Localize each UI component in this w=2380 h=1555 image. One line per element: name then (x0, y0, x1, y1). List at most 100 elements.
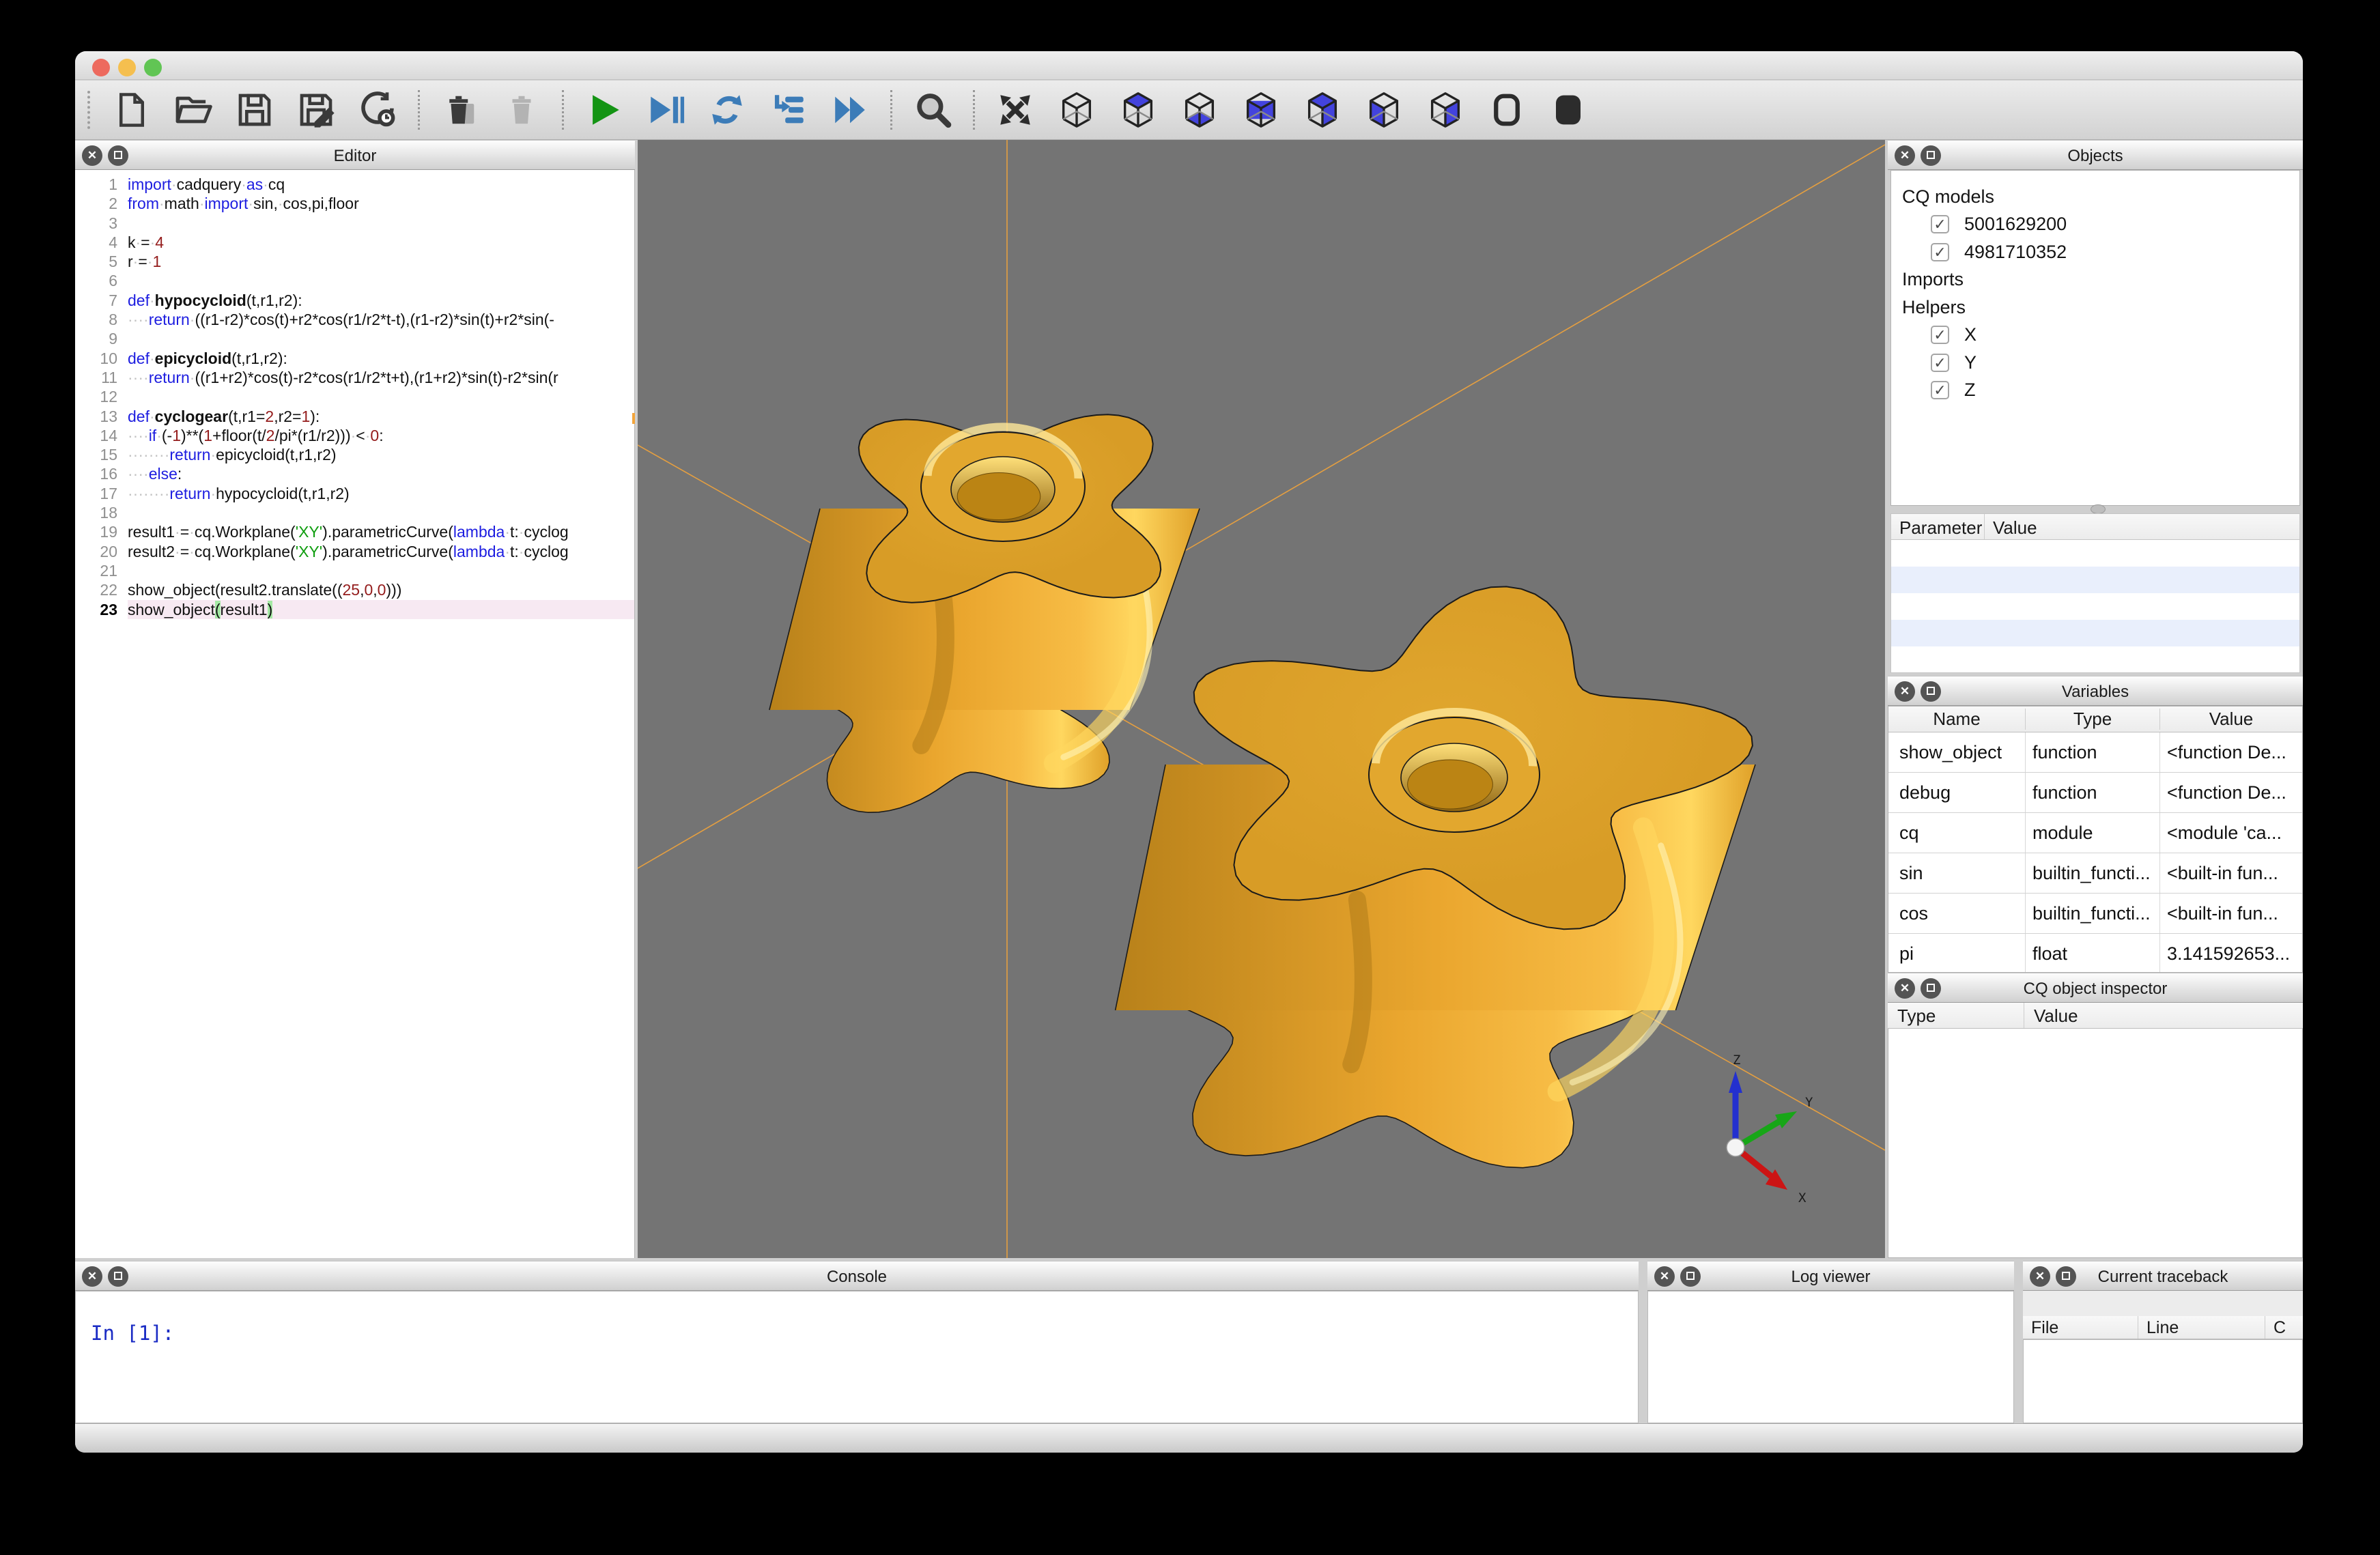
code-line-5[interactable]: 5r·=·1 (75, 252, 634, 271)
objects-tree[interactable]: CQ models✓5001629200✓4981710352ImportsHe… (1890, 170, 2300, 506)
code-line-7[interactable]: 7def·hypocycloid(t,r1,r2): (75, 291, 634, 310)
code-line-2[interactable]: 2from·math·import·sin,·cos,pi,floor (75, 194, 634, 213)
render-button[interactable] (582, 86, 627, 134)
close-window-button[interactable] (92, 59, 110, 76)
code-line-23[interactable]: 23show_object(result1) (75, 600, 634, 619)
code-line-8[interactable]: 8····return·((r1-r2)*cos(t)+r2*cos(r1/r2… (75, 310, 634, 329)
variable-value: <function De... (2159, 773, 2302, 812)
fit-view-icon (995, 90, 1035, 130)
param-col-parameter[interactable]: Parameter (1891, 514, 1985, 539)
new-file-button[interactable] (109, 86, 154, 134)
tree-item-cq-models[interactable]: CQ models (1902, 183, 1994, 210)
line-number: 5 (75, 252, 117, 271)
minimize-window-button[interactable] (118, 59, 136, 76)
log-viewer-area[interactable] (1647, 1291, 2014, 1423)
traceback-col-code[interactable]: C (2265, 1316, 2303, 1339)
code-line-1[interactable]: 1import·cadquery·as·cq (75, 175, 634, 194)
tree-item-x[interactable]: ✓X (1931, 322, 1977, 349)
reload-button[interactable] (355, 86, 400, 134)
delete-current-button[interactable] (438, 86, 483, 134)
cube-left-button[interactable] (1361, 86, 1406, 134)
cube-bottom-button[interactable] (1177, 86, 1222, 134)
variable-row-pi[interactable]: pi float 3.141592653... (1888, 934, 2302, 973)
code-line-13[interactable]: 13def·cyclogear(t,r1=2,r2=1): (75, 407, 634, 426)
code-line-6[interactable]: 6 (75, 271, 634, 290)
maximize-window-button[interactable] (144, 59, 162, 76)
code-line-9[interactable]: 9 (75, 329, 634, 348)
traceback-column-headers: File Line C (2023, 1316, 2303, 1339)
debug-button[interactable] (643, 86, 688, 134)
variables-col-type[interactable]: Type (2025, 709, 2159, 730)
code-line-15[interactable]: 15········return·epicycloid(t,r1,r2) (75, 445, 634, 464)
tree-item-y[interactable]: ✓Y (1931, 349, 1977, 376)
cube-right-button[interactable] (1423, 86, 1468, 134)
variable-row-sin[interactable]: sin builtin_functi... <built-in fun... (1888, 853, 2302, 894)
delete-all-button[interactable] (499, 86, 544, 134)
code-line-18[interactable]: 18 (75, 503, 634, 522)
wireframe-button[interactable] (1484, 86, 1529, 134)
code-line-11[interactable]: 11····return·((r1+r2)*cos(t)-r2*cos(r1/r… (75, 368, 634, 387)
checkbox-checked[interactable]: ✓ (1931, 326, 1949, 344)
checkbox-checked[interactable]: ✓ (1931, 215, 1949, 233)
inspector-col-type[interactable]: Type (1888, 1003, 2024, 1028)
inspector-column-headers: Type Value (1888, 1003, 2303, 1029)
code-line-21[interactable]: 21 (75, 561, 634, 580)
checkbox-checked[interactable]: ✓ (1931, 243, 1949, 261)
code-line-10[interactable]: 10def·epicycloid(t,r1,r2): (75, 349, 634, 368)
search-button[interactable] (910, 86, 955, 134)
gear-4-lobe[interactable] (769, 414, 1200, 812)
title-bar[interactable] (75, 51, 2303, 80)
tree-item-imports[interactable]: Imports (1902, 266, 1964, 294)
step-button[interactable] (705, 86, 750, 134)
step-in-icon (769, 90, 808, 130)
code-line-3[interactable]: 3 (75, 214, 634, 233)
code-line-20[interactable]: 20result2·=·cq.Workplane('XY').parametri… (75, 542, 634, 561)
console-area[interactable]: In [1]: (75, 1291, 1639, 1423)
inspector-col-value[interactable]: Value (2024, 1003, 2303, 1028)
tree-item-5001629200[interactable]: ✓5001629200 (1931, 211, 2067, 238)
cube-front-button[interactable] (1238, 86, 1284, 134)
code-line-16[interactable]: 16····else: (75, 464, 634, 483)
fit-view-button[interactable] (993, 86, 1038, 134)
cube-top-button[interactable] (1116, 86, 1161, 134)
viewport-3d[interactable]: Z Y X (638, 140, 1885, 1258)
cube-iso-button[interactable] (1054, 86, 1099, 134)
line-number: 11 (75, 368, 117, 387)
variable-type: builtin_functi... (2025, 894, 2159, 933)
tree-item-label: X (1964, 324, 1977, 345)
step-in-button[interactable] (766, 86, 811, 134)
toolbar-drag-handle[interactable] (87, 91, 90, 129)
tree-item-label: Z (1964, 380, 1976, 401)
variables-table[interactable]: Name Type Value show_object function <fu… (1888, 706, 2303, 973)
variable-row-show_object[interactable]: show_object function <function De... (1888, 732, 2302, 773)
code-line-4[interactable]: 4k·=·4 (75, 233, 634, 252)
variable-row-debug[interactable]: debug function <function De... (1888, 773, 2302, 813)
gear-5-lobe[interactable] (1116, 586, 1755, 1167)
code-line-17[interactable]: 17········return·hypocycloid(t,r1,r2) (75, 484, 634, 503)
code-editor[interactable]: 1import·cadquery·as·cq2from·math·import·… (75, 170, 635, 1258)
tree-item-helpers[interactable]: Helpers (1902, 294, 1966, 321)
traceback-col-file[interactable]: File (2023, 1316, 2138, 1339)
tree-item-z[interactable]: ✓Z (1931, 377, 1976, 404)
checkbox-checked[interactable]: ✓ (1931, 354, 1949, 372)
save-as-button[interactable] (294, 86, 339, 134)
variables-col-name[interactable]: Name (1888, 709, 2025, 730)
tree-item-4981710352[interactable]: ✓4981710352 (1931, 238, 2067, 266)
code-line-14[interactable]: 14····if·(-1)**(1+floor(t/2/pi*(r1/r2)))… (75, 426, 634, 445)
variable-row-cq[interactable]: cq module <module 'ca... (1888, 813, 2302, 853)
variable-value: <module 'ca... (2159, 813, 2302, 853)
code-line-12[interactable]: 12 (75, 387, 634, 406)
traceback-col-line[interactable]: Line (2138, 1316, 2265, 1339)
variable-row-cos[interactable]: cos builtin_functi... <built-in fun... (1888, 894, 2302, 934)
param-col-value[interactable]: Value (1985, 514, 2299, 539)
save-button[interactable] (232, 86, 277, 134)
checkbox-checked[interactable]: ✓ (1931, 381, 1949, 399)
code-line-19[interactable]: 19result1·=·cq.Workplane('XY').parametri… (75, 522, 634, 541)
shaded-button[interactable] (1546, 86, 1591, 134)
splitter-handle[interactable] (2091, 504, 2106, 514)
code-line-22[interactable]: 22show_object(result2.translate((25,0,0)… (75, 580, 634, 599)
continue-button[interactable] (827, 86, 873, 134)
cube-back-button[interactable] (1300, 86, 1345, 134)
variables-col-value[interactable]: Value (2159, 709, 2302, 730)
open-file-button[interactable] (171, 86, 216, 134)
